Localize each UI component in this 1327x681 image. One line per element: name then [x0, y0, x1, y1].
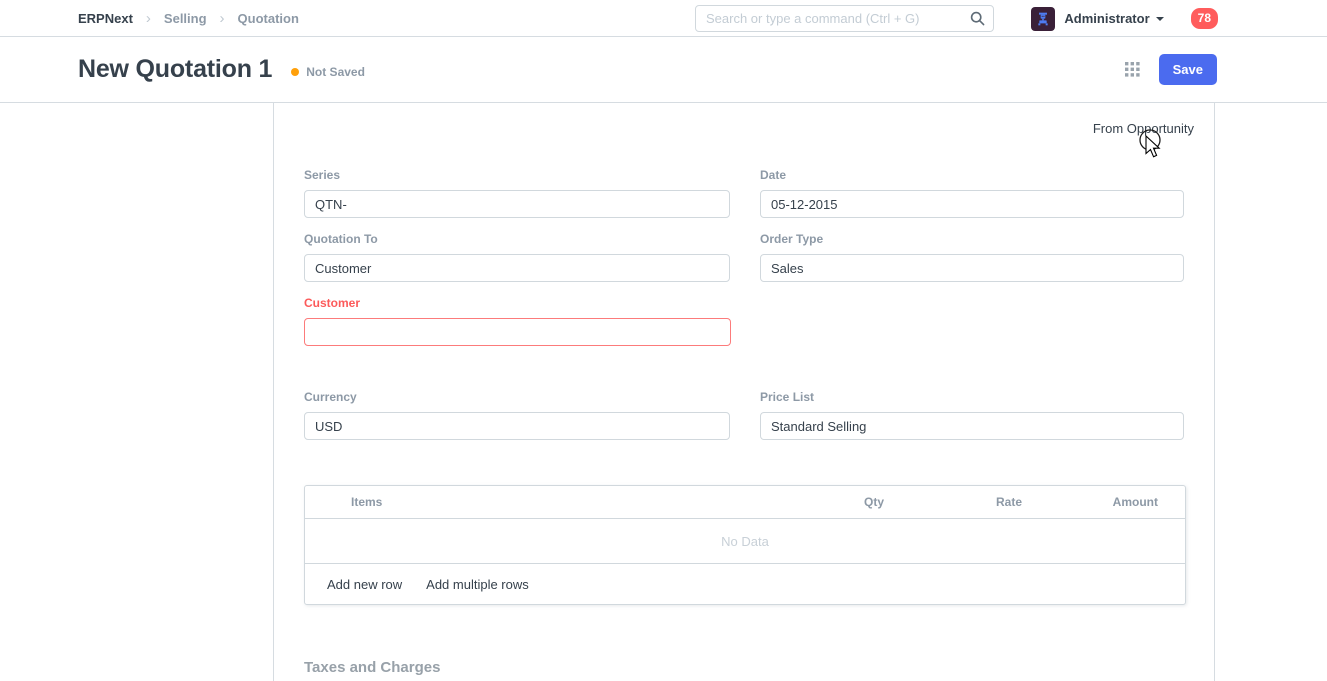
- currency-field: Currency: [304, 390, 730, 440]
- price-list-label: Price List: [760, 390, 1184, 404]
- column-qty: Qty: [764, 495, 884, 509]
- user-menu[interactable]: Administrator: [1064, 11, 1149, 26]
- add-new-row-button[interactable]: Add new row: [327, 577, 402, 592]
- order-type-input[interactable]: [760, 254, 1184, 282]
- form-row: Customer: [304, 296, 1184, 346]
- items-table: Items Qty Rate Amount No Data Add new ro…: [304, 485, 1186, 605]
- form-row: Series Date: [304, 168, 1184, 218]
- from-opportunity-button[interactable]: From Opportunity: [1093, 121, 1194, 136]
- order-type-label: Order Type: [760, 232, 1184, 246]
- customer-field: Customer: [304, 296, 731, 346]
- breadcrumb-separator: ›: [220, 10, 225, 27]
- price-list-input[interactable]: [760, 412, 1184, 440]
- order-type-field: Order Type: [760, 232, 1184, 282]
- date-label: Date: [760, 168, 1184, 182]
- page-title: New Quotation 1: [78, 55, 272, 84]
- search-input[interactable]: [695, 5, 994, 32]
- items-table-header: Items Qty Rate Amount: [305, 486, 1185, 519]
- breadcrumb-quotation[interactable]: Quotation: [238, 11, 299, 26]
- top-navbar: ERPNext › Selling › Quotation: [0, 0, 1327, 37]
- save-button[interactable]: Save: [1159, 54, 1217, 85]
- robot-avatar-icon: [1035, 11, 1051, 27]
- column-items: Items: [305, 495, 764, 509]
- quotation-to-input[interactable]: [304, 254, 730, 282]
- breadcrumb-erpnext[interactable]: ERPNext: [78, 11, 133, 26]
- quotation-to-label: Quotation To: [304, 232, 730, 246]
- column-rate: Rate: [884, 495, 1022, 509]
- breadcrumb-separator: ›: [146, 10, 151, 27]
- add-multiple-rows-button[interactable]: Add multiple rows: [426, 577, 529, 592]
- global-search: [695, 5, 994, 32]
- form-row: Currency Price List: [304, 390, 1184, 440]
- chevron-down-icon: [1156, 17, 1164, 21]
- series-label: Series: [304, 168, 730, 182]
- notification-badge[interactable]: 78: [1191, 8, 1218, 28]
- price-list-field: Price List: [760, 390, 1184, 440]
- search-icon: [970, 11, 985, 31]
- section-heading-taxes-and-charges: Taxes and Charges: [304, 659, 1184, 676]
- currency-input[interactable]: [304, 412, 730, 440]
- items-table-empty-row: No Data: [305, 519, 1185, 564]
- status-dot-icon: [291, 68, 299, 76]
- form-column: From Opportunity Series Date Quotation T…: [273, 103, 1215, 681]
- avatar[interactable]: [1031, 7, 1055, 31]
- customer-label: Customer: [304, 296, 731, 310]
- date-field: Date: [760, 168, 1184, 218]
- quotation-to-field: Quotation To: [304, 232, 730, 282]
- not-saved-indicator: Not Saved: [291, 65, 365, 79]
- date-input[interactable]: [760, 190, 1184, 218]
- currency-label: Currency: [304, 390, 730, 404]
- column-amount: Amount: [1022, 495, 1185, 509]
- form-row: Quotation To Order Type: [304, 232, 1184, 282]
- status-label: Not Saved: [306, 65, 365, 79]
- page-header: New Quotation 1 Not Saved Save: [0, 37, 1327, 103]
- navbar-right-cluster: Administrator 78: [1031, 0, 1218, 37]
- series-field: Series: [304, 168, 730, 218]
- grid-menu-icon[interactable]: [1125, 62, 1140, 77]
- series-input[interactable]: [304, 190, 730, 218]
- no-data-text: No Data: [721, 534, 769, 549]
- customer-input[interactable]: [304, 318, 731, 346]
- breadcrumb-selling[interactable]: Selling: [164, 11, 207, 26]
- items-table-footer: Add new row Add multiple rows: [305, 564, 1185, 604]
- page-content: From Opportunity Series Date Quotation T…: [0, 103, 1327, 681]
